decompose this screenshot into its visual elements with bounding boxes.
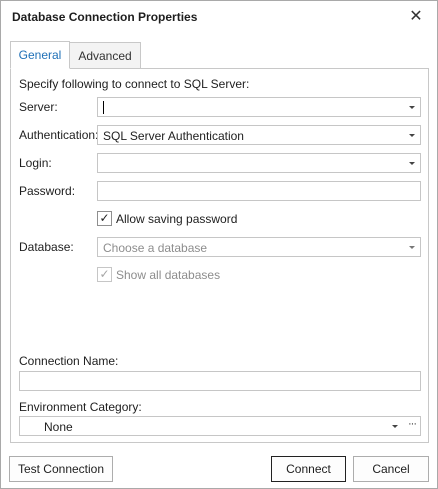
chevron-down-icon[interactable] [409,134,415,137]
text-cursor [103,101,104,114]
password-label: Password: [19,184,76,198]
title-bar: Database Connection Properties ✕ [1,1,437,33]
chevron-down-icon[interactable] [409,106,415,109]
chevron-down-icon[interactable] [409,162,415,165]
checkmark-icon: ✓ [99,211,110,225]
chevron-down-icon[interactable] [409,246,415,249]
chevron-down-icon[interactable] [392,425,398,428]
cancel-button[interactable]: Cancel [353,456,429,482]
general-panel: Specify following to connect to SQL Serv… [10,68,429,443]
login-label: Login: [19,156,52,170]
server-combobox[interactable] [97,97,421,117]
dialog-title: Database Connection Properties [12,10,198,24]
authentication-combobox[interactable]: SQL Server Authentication [97,125,421,145]
ellipsis-icon[interactable]: ··· [408,418,417,430]
database-combobox[interactable]: Choose a database [97,237,421,257]
tab-advanced[interactable]: Advanced [69,42,141,69]
environment-category-label: Environment Category: [19,400,142,414]
connection-name-field[interactable] [19,371,421,391]
password-field[interactable] [97,181,421,201]
database-label: Database: [19,240,74,254]
connect-button[interactable]: Connect [271,456,346,482]
authentication-value: SQL Server Authentication [103,129,244,143]
environment-category-value: None [44,420,73,434]
authentication-label: Authentication: [19,128,99,142]
close-icon[interactable]: ✕ [405,7,427,27]
server-label: Server: [19,100,58,114]
intro-text: Specify following to connect to SQL Serv… [19,77,250,91]
checkmark-icon: ✓ [99,267,110,281]
connection-dialog: Database Connection Properties ✕ General… [0,0,438,489]
show-all-databases-label[interactable]: Show all databases [116,268,220,282]
environment-category-combobox[interactable]: None ··· [19,416,421,436]
tab-general[interactable]: General [10,41,70,69]
database-placeholder: Choose a database [103,241,208,255]
show-all-databases-checkbox[interactable]: ✓ [97,267,112,282]
allow-saving-checkbox[interactable]: ✓ [97,211,112,226]
login-combobox[interactable] [97,153,421,173]
allow-saving-label[interactable]: Allow saving password [116,212,237,226]
test-connection-button[interactable]: Test Connection [9,456,113,482]
connection-name-label: Connection Name: [19,354,119,368]
